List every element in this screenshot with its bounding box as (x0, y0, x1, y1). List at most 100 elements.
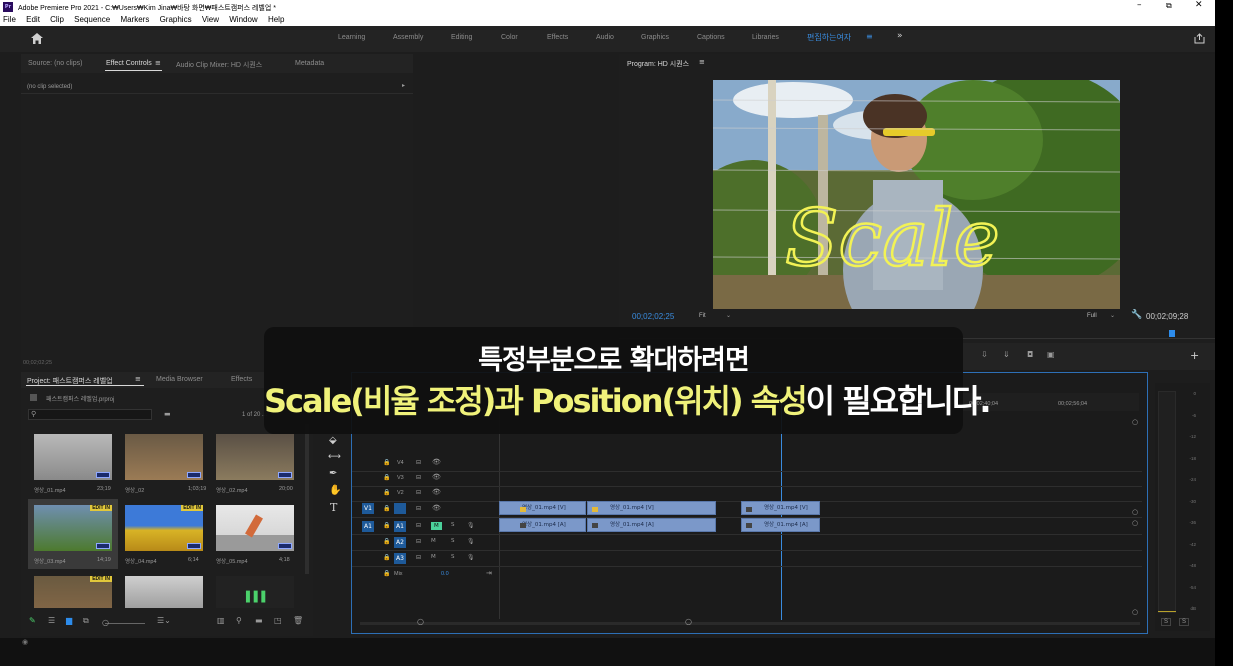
quality-dropdown[interactable]: Full (1087, 313, 1097, 319)
workspace-active[interactable]: 편집하는여자 (807, 32, 851, 43)
project-thumbnail[interactable] (125, 434, 203, 480)
mix-value[interactable]: 0.0 (441, 571, 449, 577)
video-track-label[interactable]: V3 (397, 475, 404, 481)
menu-window[interactable]: Window (229, 15, 257, 24)
video-clip[interactable]: 영상_01.mp4 [V] (587, 501, 716, 515)
workspace-libraries[interactable]: Libraries (752, 34, 779, 41)
project-thumbnail[interactable] (34, 434, 112, 480)
project-thumbnail[interactable] (216, 505, 294, 551)
find-icon[interactable]: ⚲ (236, 616, 242, 625)
zoom-handle-icon[interactable]: ○ (102, 618, 109, 627)
sort-icon[interactable]: ☰⌄ (157, 616, 171, 625)
timeline-hscroll[interactable] (360, 622, 1140, 625)
mute-button[interactable]: M (431, 554, 436, 560)
workspace-menu-icon[interactable]: ≡ (866, 32, 873, 41)
tab-media-browser[interactable]: Media Browser (156, 376, 203, 383)
type-tool-icon[interactable]: T (330, 501, 337, 514)
tab-metadata[interactable]: Metadata (295, 60, 324, 67)
audio-track-target[interactable]: A3 (394, 553, 406, 564)
eye-icon[interactable]: 👁 (432, 473, 441, 481)
project-menu-icon[interactable]: ≡ (135, 375, 141, 383)
new-bin-icon[interactable]: ▬ (164, 410, 171, 418)
workspace-assembly[interactable]: Assembly (393, 34, 423, 41)
menu-file[interactable]: File (3, 15, 16, 24)
solo-right-button[interactable]: S (1179, 618, 1190, 626)
tab-audio-clip-mixer[interactable]: Audio Clip Mixer: HD 시퀀스 (176, 60, 262, 70)
sync-icon[interactable]: ⊟ (416, 459, 421, 466)
project-thumbnail[interactable]: EDIT IN (125, 505, 203, 551)
video-clip[interactable]: 영상_01.mp4 [V] (499, 501, 586, 515)
vscroll-handle-3-icon[interactable]: ○ (1132, 519, 1138, 527)
lock-icon[interactable]: 🔒 (383, 554, 390, 561)
close-icon[interactable]: ✕ (1195, 0, 1203, 10)
tab-effect-controls[interactable]: Effect Controls (106, 60, 152, 67)
mic-icon[interactable]: 🎙 (467, 538, 475, 545)
video-track-label[interactable]: V2 (397, 490, 404, 496)
fit-chevron-icon[interactable]: ⌄ (726, 312, 731, 319)
overwrite-icon[interactable]: ⇓ (1003, 350, 1010, 359)
audio-track-target[interactable]: A2 (394, 537, 406, 548)
sync-icon[interactable]: ⊟ (416, 554, 421, 561)
eye-icon[interactable]: 👁 (432, 458, 441, 466)
workspace-effects[interactable]: Effects (547, 34, 568, 41)
lock-icon[interactable]: 🔒 (383, 474, 390, 481)
new-bin-folder-icon[interactable]: ▬ (255, 616, 263, 625)
mic-icon[interactable]: 🎙 (467, 522, 475, 529)
add-button-icon[interactable]: + (1190, 349, 1199, 362)
new-item-icon[interactable]: ◳ (274, 616, 282, 625)
lock-icon[interactable]: 🔒 (383, 489, 390, 496)
lock-icon[interactable]: 🔒 (383, 538, 390, 545)
project-search-input[interactable] (28, 409, 152, 420)
sync-icon[interactable]: ⊟ (416, 522, 421, 529)
lock-icon[interactable]: 🔒 (383, 505, 390, 512)
source-patch-a1[interactable]: A1 (362, 521, 374, 532)
source-patch-v1[interactable]: V1 (362, 503, 374, 514)
home-icon[interactable] (31, 33, 43, 44)
more-workspaces-icon[interactable]: » (897, 31, 903, 41)
vscroll-handle-4-icon[interactable]: ○ (1132, 608, 1138, 616)
video-track-label[interactable]: V4 (397, 460, 404, 466)
scroll-handle-left-icon[interactable]: ○ (417, 617, 424, 626)
icon-view-icon[interactable]: ▆ (66, 616, 72, 625)
menu-graphics[interactable]: Graphics (160, 15, 192, 24)
vscroll-handle-2-icon[interactable]: ○ (1132, 508, 1138, 516)
mute-button[interactable]: M (431, 538, 436, 544)
share-icon[interactable] (1194, 33, 1205, 44)
mute-button[interactable]: M (431, 522, 442, 530)
hand-tool-icon[interactable]: ✋ (329, 485, 341, 496)
workspace-graphics[interactable]: Graphics (641, 34, 669, 41)
solo-button[interactable]: S (451, 538, 455, 544)
eye-icon[interactable]: 👁 (432, 504, 441, 512)
audio-track-target[interactable]: A1 (394, 521, 406, 532)
program-menu-icon[interactable]: ≡ (699, 58, 705, 66)
vscroll-handle-1-icon[interactable]: ○ (1132, 418, 1138, 426)
sync-icon[interactable]: ⊟ (416, 474, 421, 481)
lock-icon[interactable]: 🔒 (383, 570, 390, 577)
compare-icon[interactable]: ▣ (1047, 350, 1055, 359)
menu-markers[interactable]: Markers (120, 15, 149, 24)
slip-tool-icon[interactable]: ⟷ (328, 452, 341, 462)
lock-icon[interactable]: 🔒 (383, 522, 390, 529)
fit-dropdown[interactable]: Fit (699, 313, 706, 319)
playhead-marker-icon[interactable] (1169, 330, 1175, 337)
sync-icon[interactable]: ⊟ (416, 489, 421, 496)
insert-icon[interactable]: ⇩ (981, 350, 988, 359)
target-v1[interactable] (394, 503, 406, 514)
tab-effects[interactable]: Effects (231, 376, 252, 383)
audio-clip[interactable]: 영상_01.mp4 [A] (499, 518, 586, 532)
lock-icon[interactable]: 🔒 (383, 459, 390, 466)
audio-clip[interactable]: 영상_01.mp4 [A] (587, 518, 716, 532)
workspace-color[interactable]: Color (501, 34, 518, 41)
eye-icon[interactable]: 👁 (432, 488, 441, 496)
scroll-handle-right-icon[interactable]: ○ (685, 617, 692, 626)
automate-icon[interactable]: ▥ (217, 616, 225, 625)
trash-icon[interactable]: 🗑 (293, 616, 303, 625)
restore-icon[interactable]: ⧉ (1166, 1, 1172, 11)
pencil-icon[interactable]: ✎ (29, 616, 36, 625)
solo-button[interactable]: S (451, 522, 455, 528)
wrench-icon[interactable]: 🔧 (1131, 310, 1142, 320)
menu-help[interactable]: Help (268, 15, 284, 24)
project-thumbnail[interactable]: EDIT IN (34, 505, 112, 551)
tab-source[interactable]: Source: (no clips) (28, 60, 82, 67)
sync-icon[interactable]: ⊟ (416, 538, 421, 545)
